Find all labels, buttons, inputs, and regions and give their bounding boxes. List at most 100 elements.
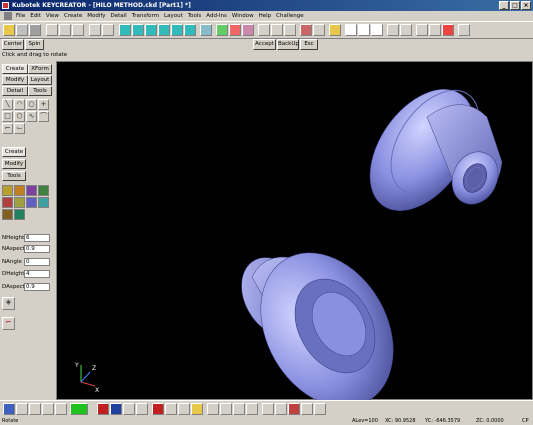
snap-mid-icon[interactable] [29, 403, 41, 415]
undo-icon[interactable] [89, 24, 101, 36]
redo-small-icon[interactable] [178, 403, 190, 415]
cube-outline-icon[interactable] [358, 24, 370, 36]
pan-icon[interactable] [229, 24, 241, 36]
loft-icon[interactable] [2, 209, 13, 220]
tab-modify-lower[interactable]: Modify [2, 159, 26, 169]
zoom-window-icon[interactable] [284, 24, 296, 36]
print-icon[interactable] [29, 24, 41, 36]
zoom-out-icon[interactable] [258, 24, 270, 36]
view-auxiliary-icon[interactable] [184, 24, 196, 36]
line-icon[interactable]: ╲ [2, 99, 13, 110]
view-iso-icon[interactable] [158, 24, 170, 36]
menu-modify[interactable]: Modify [87, 13, 105, 19]
backup-button[interactable]: BackUp [277, 39, 299, 50]
linewidth-icon[interactable] [123, 403, 135, 415]
3d-viewport[interactable]: Y Z X [56, 61, 533, 408]
snap-center-icon[interactable] [42, 403, 54, 415]
spline-icon[interactable]: ∿ [26, 111, 37, 122]
mask-icon[interactable] [152, 403, 164, 415]
layer-selector[interactable] [70, 403, 88, 415]
shade-icon[interactable] [300, 24, 312, 36]
menu-window[interactable]: Window [232, 13, 254, 19]
tab-create-lower[interactable]: Create [2, 147, 26, 157]
daspect-input[interactable]: 0.9 [24, 283, 50, 291]
attributes-icon[interactable] [233, 403, 245, 415]
point-icon[interactable]: + [38, 99, 49, 110]
zoom-all-icon[interactable] [271, 24, 283, 36]
spin-button[interactable]: Spin [25, 39, 44, 50]
minimize-button[interactable]: _ [499, 1, 509, 10]
torus-icon[interactable] [2, 197, 13, 208]
blank-icon[interactable] [262, 403, 274, 415]
menu-layout[interactable]: Layout [164, 13, 183, 19]
delete-icon[interactable] [288, 403, 300, 415]
fillet-icon[interactable]: ⌐ [2, 123, 13, 134]
linetype-icon[interactable] [110, 403, 122, 415]
select-icon[interactable] [200, 24, 212, 36]
snap-icon[interactable] [3, 403, 15, 415]
dheight-input[interactable]: 4 [24, 270, 50, 278]
font-icon[interactable] [136, 403, 148, 415]
arc-icon[interactable]: ◠ [14, 99, 25, 110]
rectangle-icon[interactable]: □ [2, 111, 13, 122]
unblank-icon[interactable] [275, 403, 287, 415]
extra-icon[interactable] [314, 403, 326, 415]
revolve-icon[interactable] [26, 197, 37, 208]
open-icon[interactable] [3, 24, 15, 36]
close-button[interactable]: × [521, 1, 531, 10]
view-dimetric-icon[interactable] [171, 24, 183, 36]
circle-icon[interactable]: ○ [26, 99, 37, 110]
copy-icon[interactable] [59, 24, 71, 36]
paste-icon[interactable] [72, 24, 84, 36]
menu-tools[interactable]: Tools [188, 13, 202, 19]
play-icon[interactable] [429, 24, 441, 36]
save-icon[interactable] [16, 24, 28, 36]
group-icon[interactable] [246, 403, 258, 415]
menu-view[interactable]: View [46, 13, 59, 19]
help-icon[interactable] [458, 24, 470, 36]
top-right-part[interactable] [349, 70, 507, 230]
copy-entity-icon[interactable] [301, 403, 313, 415]
box-icon[interactable] [2, 185, 13, 196]
menu-create[interactable]: Create [64, 13, 82, 19]
view-side-icon[interactable] [145, 24, 157, 36]
redraw-icon[interactable] [313, 24, 325, 36]
view-top-icon[interactable] [119, 24, 131, 36]
tab-tools-lower[interactable]: Tools [2, 171, 26, 181]
tab-modify[interactable]: Modify [2, 75, 28, 85]
tab-layout[interactable]: Layout [28, 75, 52, 85]
menu-challenge[interactable]: Challenge [276, 13, 304, 19]
hole-tool-icon[interactable]: ⌐ [2, 317, 15, 330]
record-icon[interactable] [416, 24, 428, 36]
tab-create[interactable]: Create [2, 64, 28, 74]
cube-hidden-icon[interactable] [371, 24, 383, 36]
naspect-input[interactable]: 0.9 [24, 245, 50, 253]
nheight-input[interactable]: 6 [24, 234, 50, 242]
polygon-icon[interactable]: ⬡ [14, 111, 25, 122]
cone-icon[interactable] [38, 185, 49, 196]
grid-icon[interactable] [216, 24, 228, 36]
nangle-input[interactable]: 0 [24, 258, 50, 266]
center-button[interactable]: Center [2, 39, 24, 50]
thread-tool-icon[interactable]: ◈ [2, 297, 15, 310]
menu-edit[interactable]: Edit [30, 13, 41, 19]
chamfer-icon[interactable]: ⌙ [14, 123, 25, 134]
rotate-icon[interactable] [400, 24, 412, 36]
redo-icon[interactable] [102, 24, 114, 36]
maximize-button[interactable]: □ [510, 1, 520, 10]
menu-help[interactable]: Help [259, 13, 272, 19]
sphere-icon[interactable] [26, 185, 37, 196]
tab-xform[interactable]: XForm [28, 64, 52, 74]
conic-icon[interactable]: ⌒ [38, 111, 49, 122]
menu-transform[interactable]: Transform [132, 13, 159, 19]
view-front-icon[interactable] [132, 24, 144, 36]
snap-intersect-icon[interactable] [55, 403, 67, 415]
undo-small-icon[interactable] [165, 403, 177, 415]
snap-end-icon[interactable] [16, 403, 28, 415]
shell-icon[interactable] [14, 209, 25, 220]
tab-detail[interactable]: Detail [2, 86, 28, 96]
bottom-left-part[interactable] [228, 229, 420, 408]
verify-icon[interactable] [220, 403, 232, 415]
measure-icon[interactable] [207, 403, 219, 415]
zoom-in-icon[interactable] [242, 24, 254, 36]
